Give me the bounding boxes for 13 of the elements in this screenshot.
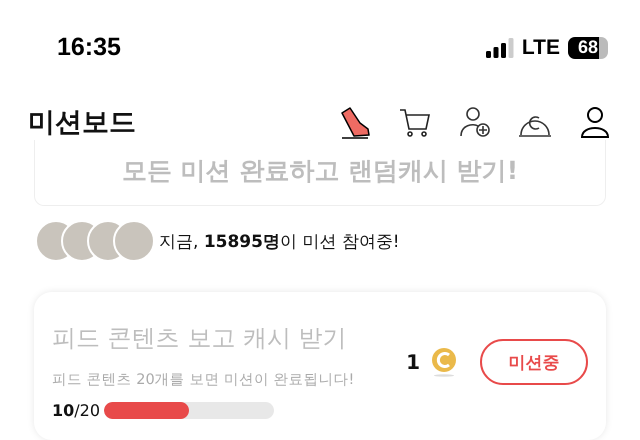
- coin-icon: [430, 347, 458, 377]
- participants-text: 지금, 15895명이 미션 참여중!: [159, 230, 400, 252]
- mission-description: 피드 콘텐츠 20개를 보면 미션이 완료됩니다!: [52, 371, 354, 389]
- page-title: 미션보드: [28, 106, 136, 140]
- status-time: 16:35: [57, 33, 121, 62]
- mission-status-button[interactable]: 미션중: [480, 339, 588, 385]
- progress-count: 10/20: [52, 401, 100, 420]
- mission-title: 피드 콘텐츠 보고 캐시 받기: [52, 323, 348, 354]
- reward-amount: 1: [406, 350, 420, 374]
- signal-icon: [486, 38, 514, 58]
- banner-text: 모든 미션 완료하고 랜덤캐시 받기!: [122, 155, 518, 187]
- network-label: LTE: [522, 36, 560, 60]
- battery-icon: 68: [568, 36, 608, 59]
